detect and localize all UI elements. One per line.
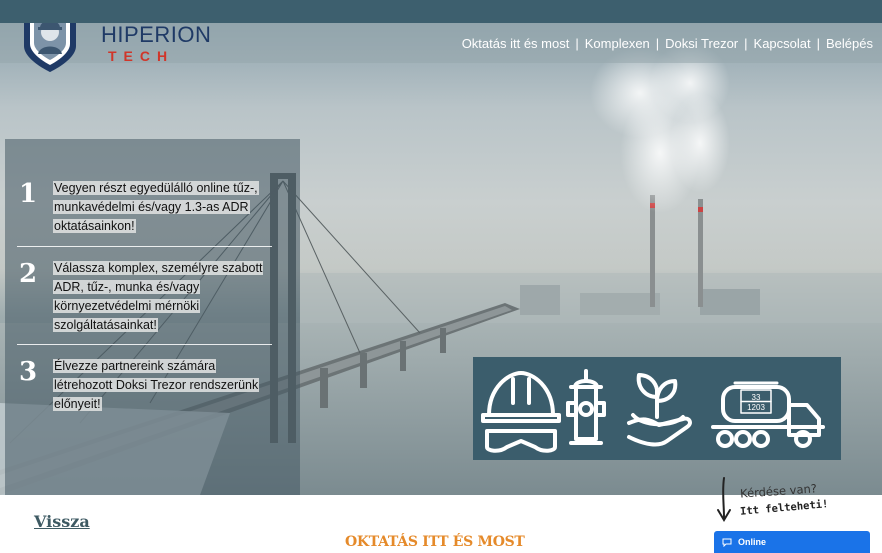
step-text: Élvezze partnereink számára létrehozott … <box>53 359 260 411</box>
arrow-down-icon <box>717 477 731 522</box>
plant-hand-icon <box>627 373 692 447</box>
step-1: 1 Vegyen részt egyedülálló online tűz-, … <box>19 179 273 236</box>
top-strip <box>0 0 882 23</box>
step-divider <box>17 344 272 345</box>
step-3: 3 Élvezze partnereink számára létrehozot… <box>19 357 273 414</box>
tank-plate-bottom: 1203 <box>747 403 765 412</box>
brand-title: HIPERION <box>101 23 212 47</box>
tank-truck-icon <box>711 381 825 448</box>
nav-item-kapcsolat[interactable]: Kapcsolat <box>754 36 811 51</box>
step-divider <box>17 246 272 247</box>
back-link[interactable]: Vissza <box>34 512 90 531</box>
chat-bubble-icon <box>722 538 732 547</box>
nav-separator: | <box>655 36 660 51</box>
question-line-2: Itt felteheti! <box>739 498 829 518</box>
nav-item-oktatas[interactable]: Oktatás itt és most <box>462 36 570 51</box>
shield-logo-icon <box>24 23 76 72</box>
step-number: 1 <box>19 179 38 209</box>
step-text: Vegyen részt egyedülálló online tűz-, mu… <box>53 181 259 233</box>
chat-online-button[interactable]: Online <box>714 531 870 553</box>
nav-item-belepes[interactable]: Belépés <box>826 36 873 51</box>
tank-plate-top: 33 <box>752 393 761 402</box>
brand-logo[interactable]: HIPERION TECH <box>22 23 211 78</box>
hard-hat-goggles-icon <box>481 371 561 453</box>
nav-separator: | <box>575 36 579 51</box>
step-number: 3 <box>19 357 38 387</box>
nav-separator: | <box>816 36 821 51</box>
question-callout: Kérdése van? Itt felteheti! <box>712 474 862 534</box>
chat-label: Online <box>738 537 767 547</box>
brand-subtitle: TECH <box>108 48 175 64</box>
question-line-1: Kérdése van? <box>739 481 818 501</box>
services-icons-box: 33 1203 <box>473 357 841 460</box>
fire-hydrant-icon <box>566 369 606 445</box>
nav-item-doksi-trezor[interactable]: Doksi Trezor <box>665 36 738 51</box>
main-nav: Oktatás itt és most | Komplexen | Doksi … <box>462 36 873 51</box>
nav-item-komplexen[interactable]: Komplexen <box>585 36 650 51</box>
section-title: OKTATÁS ITT ÉS MOST <box>345 534 525 550</box>
step-text: Válassza komplex, személyre szabott ADR,… <box>53 261 264 332</box>
nav-separator: | <box>744 36 748 51</box>
hero-banner: HIPERION TECH Oktatás itt és most | Komp… <box>0 23 882 495</box>
step-number: 2 <box>19 259 38 289</box>
steps-panel: 1 Vegyen részt egyedülálló online tűz-, … <box>5 139 300 495</box>
step-2: 2 Válassza komplex, személyre szabott AD… <box>19 259 273 335</box>
